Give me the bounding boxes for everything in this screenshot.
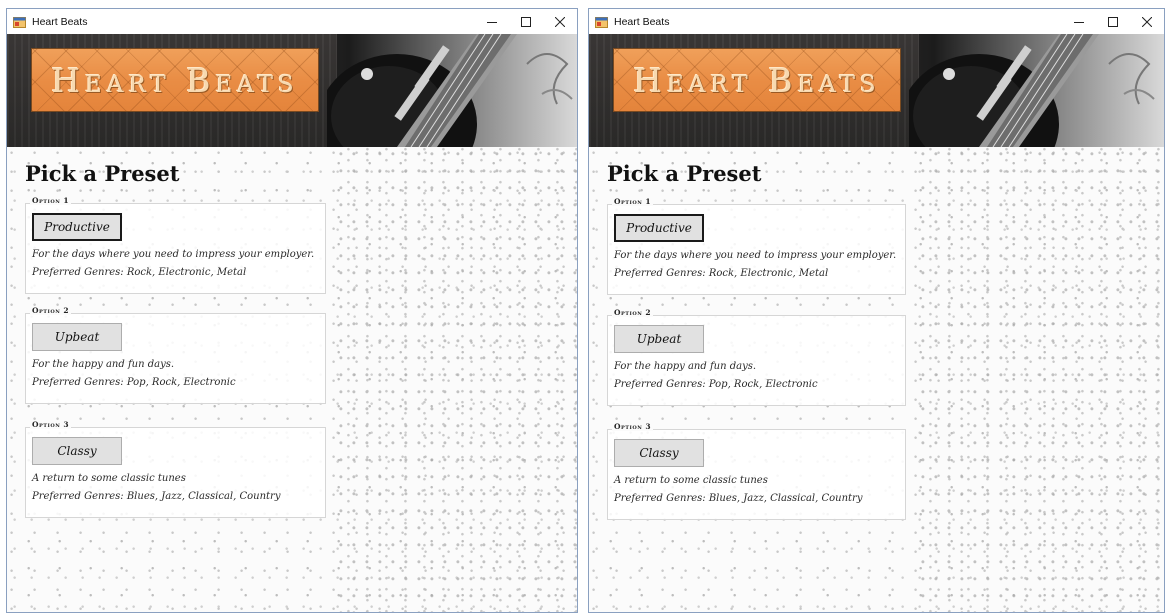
option-legend: Option 3 bbox=[30, 420, 72, 429]
content-area: Pick a Preset Option 1 Productive For th… bbox=[7, 147, 577, 612]
page-title: Pick a Preset bbox=[25, 161, 180, 186]
option-legend: Option 1 bbox=[612, 197, 654, 206]
productive-button[interactable]: Productive bbox=[32, 213, 122, 241]
option-group-3: Option 3 Classy A return to some classic… bbox=[607, 422, 906, 520]
app-window-left: Heart Beats Heart Beats Pick a Preset Op… bbox=[6, 8, 578, 613]
option-genres: Preferred Genres: Pop, Rock, Electronic bbox=[32, 377, 236, 388]
music-notes-background bbox=[919, 147, 1164, 612]
app-window-right: Heart Beats Heart Beats Pick a Preset Op… bbox=[588, 8, 1165, 613]
logo-text: Heart Beats bbox=[51, 60, 299, 100]
app-window-icon bbox=[13, 16, 26, 28]
option-group-1: Option 1 Productive For the days where y… bbox=[25, 196, 326, 294]
option-legend: Option 1 bbox=[30, 196, 72, 205]
option-description: For the happy and fun days. bbox=[614, 361, 757, 372]
title-bar[interactable]: Heart Beats bbox=[7, 9, 577, 34]
page-title: Pick a Preset bbox=[607, 161, 762, 186]
option-description: A return to some classic tunes bbox=[32, 473, 186, 484]
maximize-button[interactable] bbox=[509, 9, 543, 34]
option-legend: Option 2 bbox=[612, 308, 654, 317]
close-button[interactable] bbox=[1130, 9, 1164, 34]
title-bar[interactable]: Heart Beats bbox=[589, 9, 1164, 34]
productive-button[interactable]: Productive bbox=[614, 214, 704, 242]
minimize-icon bbox=[1074, 17, 1084, 27]
option-description: For the days where you need to impress y… bbox=[32, 249, 315, 260]
maximize-button[interactable] bbox=[1096, 9, 1130, 34]
classy-button[interactable]: Classy bbox=[614, 439, 704, 467]
option-genres: Preferred Genres: Rock, Electronic, Meta… bbox=[614, 268, 829, 279]
option-genres: Preferred Genres: Pop, Rock, Electronic bbox=[614, 379, 818, 390]
option-group-3: Option 3 Classy A return to some classic… bbox=[25, 420, 326, 518]
app-logo: Heart Beats bbox=[613, 48, 901, 112]
window-title: Heart Beats bbox=[32, 15, 88, 28]
option-group-2: Option 2 Upbeat For the happy and fun da… bbox=[607, 308, 906, 406]
option-group-2: Option 2 Upbeat For the happy and fun da… bbox=[25, 306, 326, 404]
app-logo: Heart Beats bbox=[31, 48, 319, 112]
window-title: Heart Beats bbox=[614, 15, 670, 28]
upbeat-button[interactable]: Upbeat bbox=[614, 325, 704, 353]
upbeat-button[interactable]: Upbeat bbox=[32, 323, 122, 351]
close-icon bbox=[555, 16, 565, 27]
header-banner: Heart Beats bbox=[589, 34, 1164, 147]
option-legend: Option 2 bbox=[30, 306, 72, 315]
maximize-icon bbox=[521, 16, 531, 27]
option-legend: Option 3 bbox=[612, 422, 654, 431]
option-description: For the days where you need to impress y… bbox=[614, 250, 897, 261]
app-window-icon bbox=[595, 16, 608, 28]
close-icon bbox=[1142, 16, 1152, 27]
close-button[interactable] bbox=[543, 9, 577, 34]
minimize-button[interactable] bbox=[475, 9, 509, 34]
maximize-icon bbox=[1108, 16, 1118, 27]
minimize-button[interactable] bbox=[1062, 9, 1096, 34]
guitar-image bbox=[327, 34, 573, 147]
logo-text: Heart Beats bbox=[633, 60, 881, 100]
option-genres: Preferred Genres: Blues, Jazz, Classical… bbox=[32, 491, 281, 502]
option-description: A return to some classic tunes bbox=[614, 475, 768, 486]
guitar-image bbox=[909, 34, 1155, 147]
music-notes-background bbox=[337, 147, 577, 612]
header-banner: Heart Beats bbox=[7, 34, 577, 147]
option-genres: Preferred Genres: Blues, Jazz, Classical… bbox=[614, 493, 863, 504]
option-group-1: Option 1 Productive For the days where y… bbox=[607, 197, 906, 295]
option-description: For the happy and fun days. bbox=[32, 359, 175, 370]
option-genres: Preferred Genres: Rock, Electronic, Meta… bbox=[32, 267, 247, 278]
classy-button[interactable]: Classy bbox=[32, 437, 122, 465]
content-area: Pick a Preset Option 1 Productive For th… bbox=[589, 147, 1164, 612]
minimize-icon bbox=[487, 17, 497, 27]
